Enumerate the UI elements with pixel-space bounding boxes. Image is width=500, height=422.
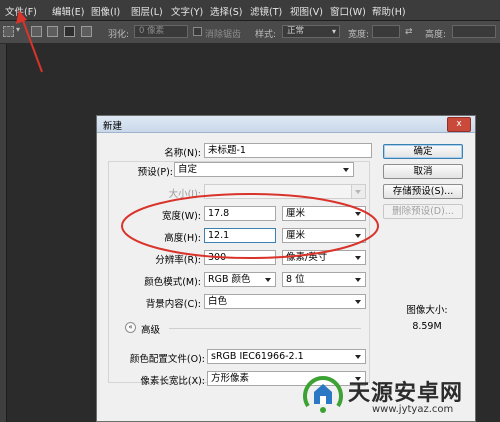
annotation-ellipse <box>121 193 379 259</box>
watermark-url: www.jytyaz.com <box>372 404 454 415</box>
annotation-arrow-line <box>21 17 43 73</box>
annotation-overlay <box>16 10 379 259</box>
annotation-arrow-head-icon <box>16 10 27 24</box>
watermark-title: 天源安卓网 <box>348 381 464 406</box>
watermark-logo-icon <box>303 376 343 413</box>
